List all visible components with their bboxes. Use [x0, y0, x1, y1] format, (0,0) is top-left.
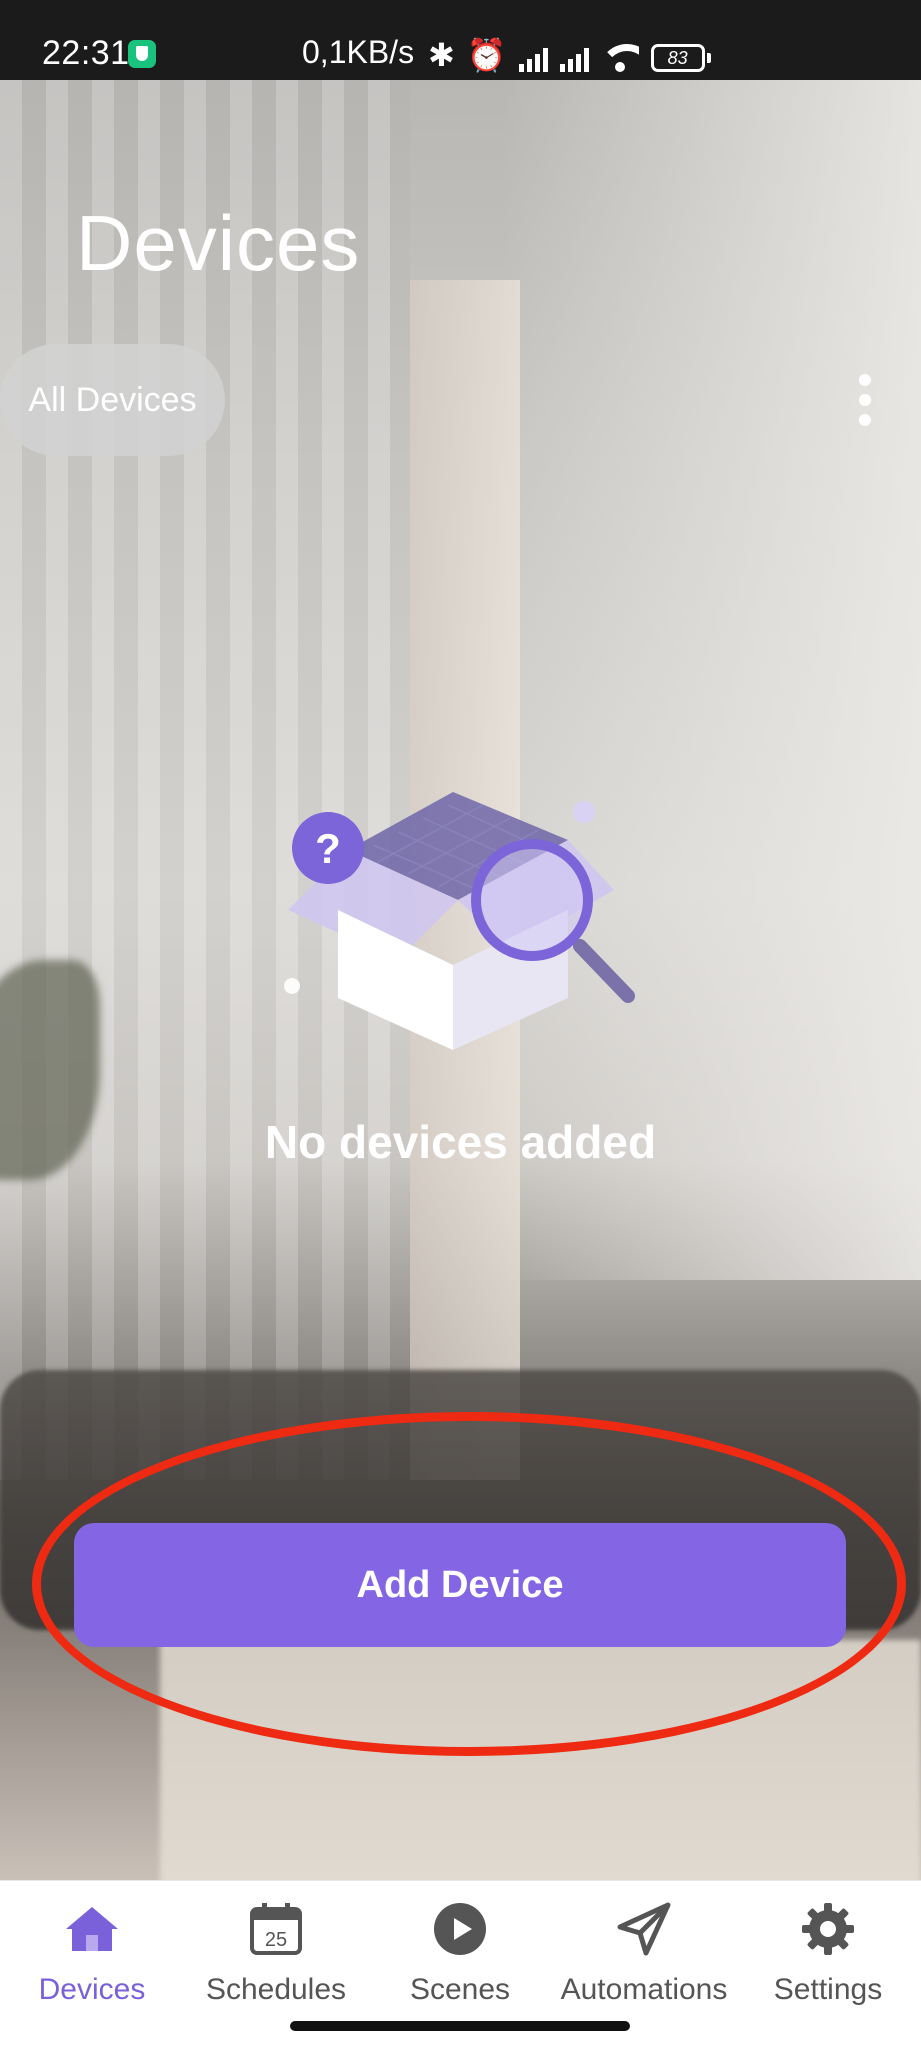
page-title: Devices: [76, 199, 361, 287]
calendar-icon: 25: [246, 1899, 306, 1959]
wall-decor: [501, 80, 921, 1280]
nav-label: Scenes: [409, 1973, 511, 2006]
play-icon: [430, 1899, 490, 1959]
status-icons: ✱ ⏰ 83: [428, 36, 711, 73]
nav-label: Settings: [773, 1973, 883, 2006]
wifi-icon: [600, 42, 639, 72]
all-devices-filter-chip[interactable]: All Devices: [0, 344, 225, 456]
nav-label: Automations: [560, 1973, 728, 2006]
network-rate: 0,1KB/s: [302, 34, 415, 70]
status-bar: 22:31 0,1KB/s ✱ ⏰ 83: [0, 0, 921, 80]
add-device-button[interactable]: Add Device: [74, 1523, 846, 1647]
svg-text:?: ?: [315, 825, 341, 872]
send-icon: [614, 1899, 674, 1959]
home-indicator[interactable]: [290, 2021, 630, 2031]
alarm-icon: ⏰: [466, 37, 507, 73]
nav-label: Devices: [38, 1973, 146, 2006]
nav-settings[interactable]: Settings: [736, 1899, 920, 2019]
nav-scenes[interactable]: Scenes: [368, 1899, 552, 2019]
more-options-icon[interactable]: [853, 374, 877, 426]
empty-box-search-illustration: ?: [284, 792, 635, 1050]
signal-icon: [559, 48, 589, 72]
rug-decor: [160, 1640, 921, 1880]
shield-icon: [128, 40, 156, 68]
nav-devices[interactable]: Devices: [0, 1899, 184, 2019]
bluetooth-icon: ✱: [428, 37, 455, 73]
status-time: 22:31: [42, 34, 130, 72]
gear-icon: [798, 1899, 858, 1959]
signal-icon: [518, 48, 548, 72]
battery-icon: 83: [650, 44, 711, 72]
empty-state-message: No devices added: [264, 1116, 657, 1168]
nav-automations[interactable]: Automations: [552, 1899, 736, 2019]
calendar-day: 25: [265, 1929, 287, 1951]
nav-label: Schedules: [205, 1973, 347, 2006]
home-icon: [62, 1899, 122, 1959]
nav-schedules[interactable]: 25 Schedules: [184, 1899, 368, 2019]
